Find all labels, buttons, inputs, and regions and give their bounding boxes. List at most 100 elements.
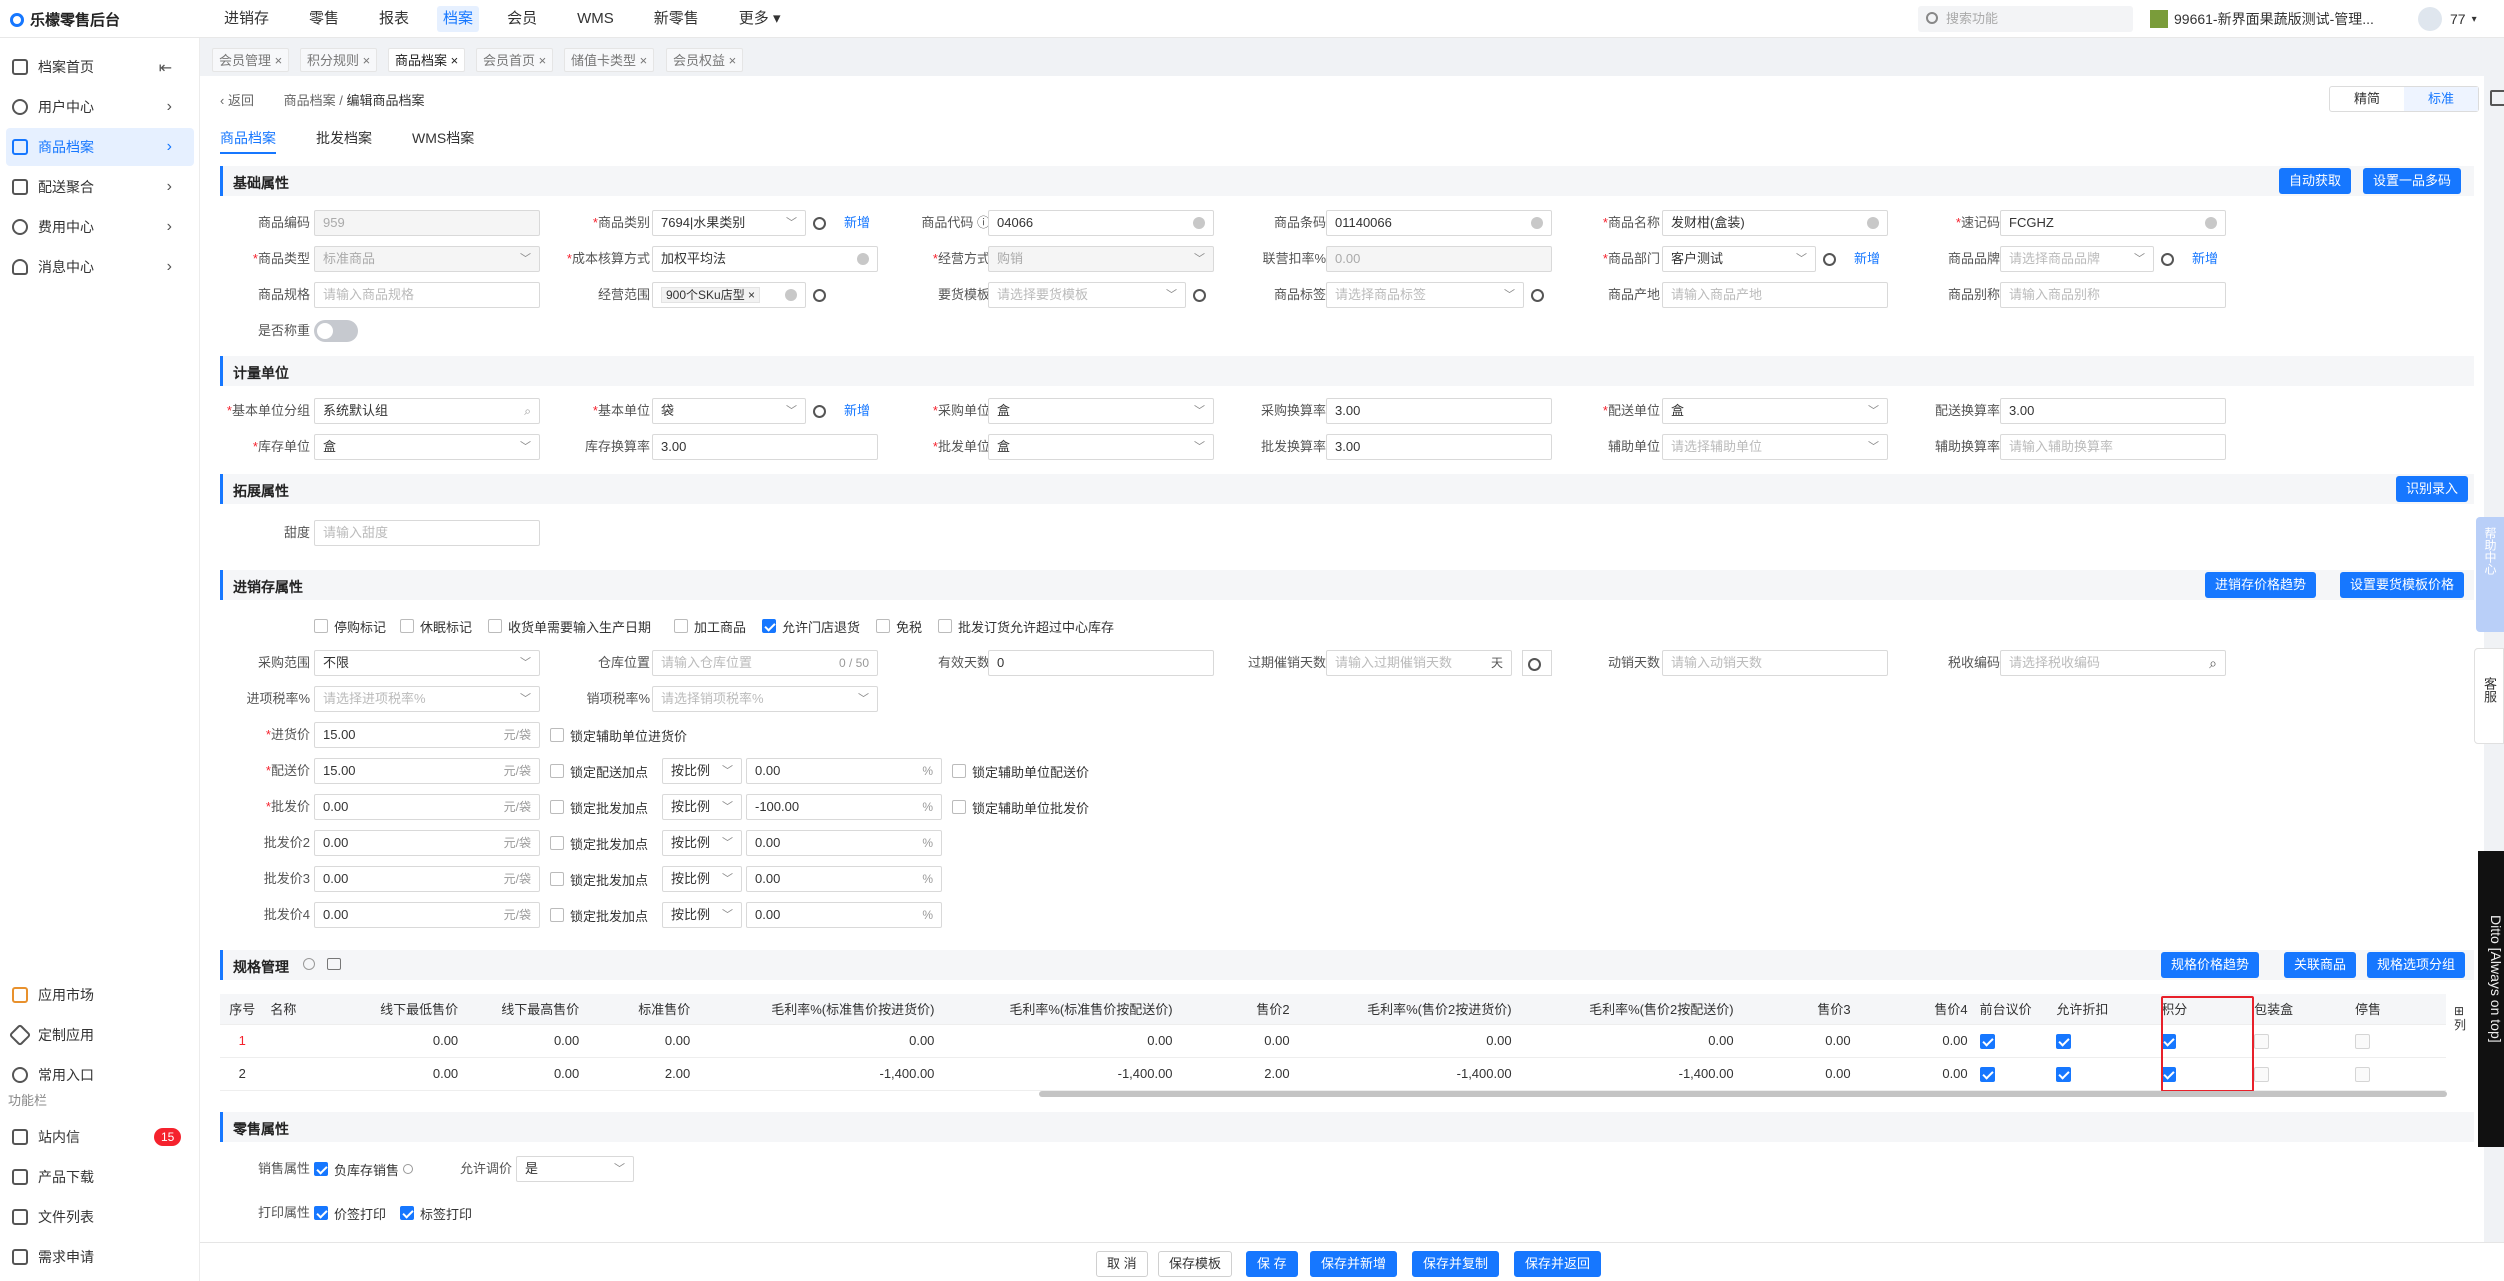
search-icon[interactable] <box>2156 246 2178 272</box>
stop-purchase-checkbox[interactable]: 停购标记 <box>314 616 386 636</box>
dist-add-field[interactable]: 0.00% <box>746 758 942 784</box>
save-and-new-button[interactable]: 保存并新增 <box>1310 1251 1398 1277</box>
purchase-rate-field[interactable]: 3.00 <box>1326 398 1552 424</box>
search-icon[interactable]: ⌕ <box>2209 651 2217 675</box>
lock-wholesale4-checkbox[interactable]: 锁定批发加点 <box>550 905 648 925</box>
clear-icon[interactable] <box>1867 217 1879 229</box>
wholesale2-field[interactable]: 0.00 元/袋 <box>314 830 540 856</box>
table-settings-icon[interactable] <box>327 958 341 970</box>
tab-member-manage[interactable]: 会员管理 × <box>212 48 290 72</box>
cell-max-price[interactable]: 0.00 <box>464 1024 586 1058</box>
cell-price3[interactable]: 0.00 <box>1739 1024 1857 1058</box>
app-logo[interactable]: 乐檬零售后台 <box>10 9 120 30</box>
collapse-icon[interactable]: ⇤ <box>159 58 172 78</box>
sidebar-item-favorites[interactable]: 常用入口 <box>0 1056 200 1094</box>
wholesale4-add-field[interactable]: 0.00% <box>746 902 942 928</box>
wholesale-ratio-select[interactable]: 按比例 ﹀ <box>662 794 742 820</box>
category-add-link[interactable]: 新增 <box>844 210 870 236</box>
nav-more[interactable]: 更多 ▾ <box>727 0 793 38</box>
search-icon[interactable] <box>1188 282 1210 308</box>
unit-add-link[interactable]: 新增 <box>844 398 870 424</box>
unit-group-field[interactable]: 系统默认组 ⌕ <box>314 398 540 424</box>
view-simple-button[interactable]: 精简 <box>2330 87 2404 111</box>
processed-goods-checkbox[interactable]: 加工商品 <box>674 616 746 636</box>
wholesale4-field[interactable]: 0.00 元/袋 <box>314 902 540 928</box>
lock-aux-wholesale-checkbox[interactable]: 锁定辅助单位批发价 <box>952 797 1089 817</box>
tax-free-checkbox[interactable]: 免税 <box>876 616 922 636</box>
in-price-field[interactable]: 15.00 元/袋 <box>314 722 540 748</box>
sweet-field[interactable]: 请输入甜度 <box>314 520 540 546</box>
nav-huiyuan[interactable]: 会员 <box>495 0 549 38</box>
save-and-copy-button[interactable]: 保存并复制 <box>1412 1251 1500 1277</box>
exceed-stock-checkbox[interactable]: 批发订货允许超过中心库存 <box>938 616 1114 636</box>
ocr-input-button[interactable]: 识别录入 <box>2396 476 2469 502</box>
close-icon[interactable]: × <box>363 53 371 68</box>
wholesale-price-field[interactable]: 0.00 元/袋 <box>314 794 540 820</box>
dormant-checkbox[interactable]: 休眠标记 <box>400 616 472 636</box>
nav-jinxiaocun[interactable]: 进销存 <box>212 0 281 38</box>
dist-rate-field[interactable]: 3.00 <box>2000 398 2226 424</box>
nav-dangan[interactable]: 档案 <box>437 6 480 32</box>
clear-icon[interactable] <box>857 253 869 265</box>
sidebar-item-files[interactable]: 文件列表 <box>0 1198 200 1236</box>
multi-code-button[interactable]: 设置一品多码 <box>2363 168 2462 194</box>
wholesale2-add-field[interactable]: 0.00% <box>746 830 942 856</box>
subtab-wholesale[interactable]: 批发档案 <box>316 128 372 154</box>
related-goods-button[interactable]: 关联商品 <box>2284 952 2357 978</box>
location-field[interactable]: 请输入仓库位置 0 / 50 <box>652 650 878 676</box>
price-adjust-select[interactable]: 是 ﹀ <box>516 1156 634 1182</box>
wholesale-rate-field[interactable]: 3.00 <box>1326 434 1552 460</box>
expire-days-field[interactable]: 请输入过期催销天数 天 <box>1326 650 1512 676</box>
search-icon[interactable]: ⌕ <box>524 399 531 423</box>
weigh-toggle[interactable] <box>314 320 358 342</box>
dist-unit-select[interactable]: 盒 ﹀ <box>1662 398 1888 424</box>
stock-unit-select[interactable]: 盒 ﹀ <box>314 434 540 460</box>
brand-select[interactable]: 请选择商品品牌 ﹀ <box>2000 246 2154 272</box>
wholesale2-ratio-select[interactable]: 按比例 ﹀ <box>662 830 742 856</box>
dist-ratio-select[interactable]: 按比例 ﹀ <box>662 758 742 784</box>
search-icon[interactable] <box>1522 650 1552 676</box>
price-trend-button[interactable]: 进销存价格趋势 <box>2205 572 2317 598</box>
close-icon[interactable]: × <box>275 53 283 68</box>
sidebar-item-distribution[interactable]: 配送聚合 › <box>0 168 200 206</box>
quick-code-field[interactable]: FCGHZ <box>2000 210 2226 236</box>
sidebar-item-inbox[interactable]: 站内信 15 <box>0 1118 200 1156</box>
wholesale3-field[interactable]: 0.00 元/袋 <box>314 866 540 892</box>
sidebar-item-app-market[interactable]: 应用市场 <box>0 976 200 1014</box>
bargain-checkbox[interactable] <box>1979 1066 1995 1082</box>
alias-field[interactable]: 请输入商品别称 <box>2000 282 2226 308</box>
production-date-checkbox[interactable]: 收货单需要输入生产日期 <box>488 616 651 636</box>
box-checkbox[interactable] <box>2254 1066 2270 1082</box>
table-row[interactable]: 1 0.00 0.00 0.00 0.00 0.00 0.00 0.00 0.0… <box>220 1024 2446 1058</box>
tab-stored-card[interactable]: 储值卡类型 × <box>564 48 655 72</box>
sidebar-item-request[interactable]: 需求申请 <box>0 1238 200 1276</box>
cell-price4[interactable]: 0.00 <box>1856 1024 1974 1058</box>
clear-icon[interactable] <box>1193 217 1205 229</box>
cancel-button[interactable]: 取 消 <box>1096 1251 1148 1277</box>
close-icon[interactable]: × <box>640 53 648 68</box>
subtab-goods[interactable]: 商品档案 <box>220 128 276 154</box>
lock-dist-add-checkbox[interactable]: 锁定配送加点 <box>550 761 648 781</box>
clear-icon[interactable] <box>1531 217 1543 229</box>
close-icon[interactable]: × <box>451 53 459 68</box>
spec-price-trend-button[interactable]: 规格价格趋势 <box>2161 952 2260 978</box>
search-icon[interactable] <box>1526 282 1548 308</box>
search-icon[interactable] <box>808 398 830 424</box>
info-icon[interactable] <box>303 958 315 970</box>
close-icon[interactable]: × <box>729 53 737 68</box>
cell-min-price[interactable]: 0.00 <box>335 1057 465 1091</box>
cell-name[interactable] <box>264 1024 336 1058</box>
tax-code-field[interactable]: 请选择税收编码 ⌕ <box>2000 650 2226 676</box>
save-template-button[interactable]: 保存模板 <box>1158 1251 1233 1277</box>
cell-price2[interactable]: 2.00 <box>1178 1057 1296 1091</box>
clear-icon[interactable] <box>785 289 797 301</box>
column-settings[interactable]: ⊞列 <box>2454 1004 2468 1032</box>
help-center-tab[interactable]: 帮助中心 <box>2476 517 2504 632</box>
price-tag-print-checkbox[interactable]: 价签打印 <box>314 1203 386 1223</box>
lock-wholesale2-checkbox[interactable]: 锁定批发加点 <box>550 833 648 853</box>
cell-name[interactable] <box>264 1057 336 1091</box>
origin-field[interactable]: 请输入商品产地 <box>1662 282 1888 308</box>
wholesale-add-field[interactable]: -100.00% <box>746 794 942 820</box>
nav-lingshou[interactable]: 零售 <box>297 0 351 38</box>
template-price-button[interactable]: 设置要货模板价格 <box>2340 572 2465 598</box>
